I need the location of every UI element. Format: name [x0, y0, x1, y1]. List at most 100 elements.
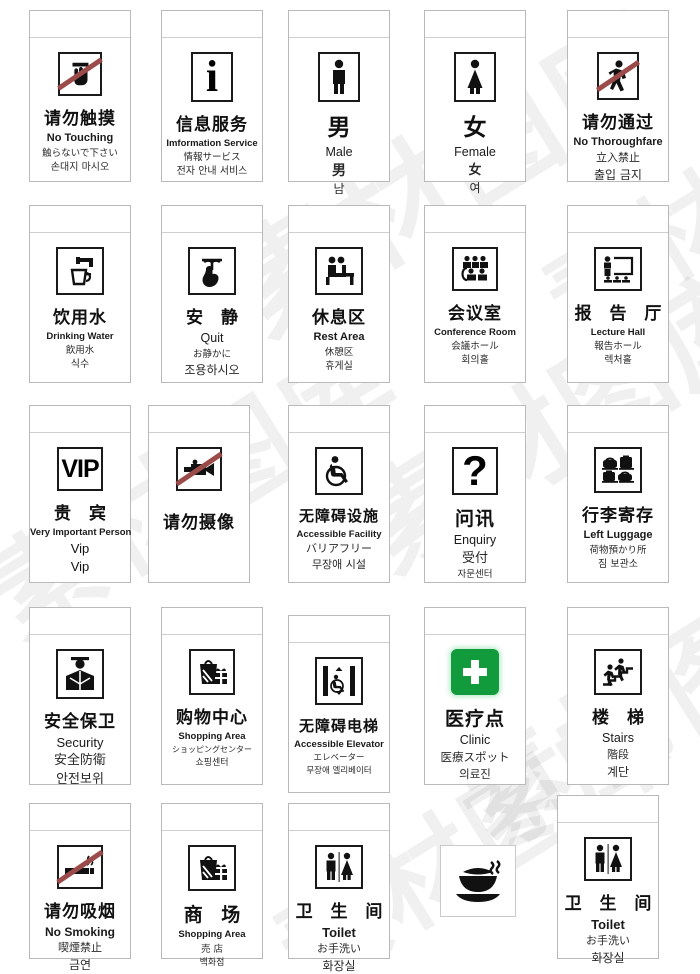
card-body: 请勿通过 No Thoroughfare 立入禁止 출입 금지 [568, 38, 668, 182]
label-kr: Vip [70, 558, 90, 574]
label-kr: 손대지 마시오 [50, 162, 110, 174]
label-cn: 饮用水 [53, 308, 107, 328]
sign-card-male[interactable]: 男 Male 男 남 [288, 10, 390, 196]
card-body: 请勿摄像 [149, 433, 249, 582]
sign-card-quiet[interactable]: 安 静 Quit お静かに 조용하시오 [161, 205, 263, 383]
label-jp: 休憩区 [324, 347, 354, 359]
card-body: VIP 贵 宾 Very Important Person Vip Vip [30, 433, 131, 582]
card-body: i 信息服务 Imformation Service 情報サービス 전자 안내 … [162, 38, 262, 181]
luggage-shelf-icon [594, 447, 642, 493]
card-body: 饮用水 Drinking Water 飲用水 식수 [30, 233, 130, 382]
label-en: Toilet [322, 925, 356, 941]
sign-card-rest-area[interactable]: 休息区 Rest Area 休憩区 휴게실 [288, 205, 390, 383]
sign-card-lecture-hall[interactable]: 报 告 厅 Lecture Hall 報告ホール 렉처홀 [567, 205, 669, 383]
label-block: 无障碍电梯 Accessible Elevator エレベーター 무장애 엘리베… [289, 717, 389, 776]
label-en: Drinking Water [46, 331, 114, 343]
label-cn: 医疗点 [444, 708, 505, 730]
meeting-table-icon [452, 247, 498, 291]
card-body: 行李寄存 Left Luggage 荷物預かり所 짐 보관소 [568, 433, 668, 582]
label-block: 请勿摄像 [149, 513, 249, 536]
sign-card-accessible-facility[interactable]: 无障碍设施 Accessible Facility バリアフリー 무장애 시설 [288, 405, 390, 583]
sign-card-vip[interactable]: VIP 贵 宾 Very Important Person Vip Vip [29, 405, 131, 583]
card-header-strip [30, 406, 130, 433]
label-cn: 信息服务 [176, 115, 248, 135]
label-cn: 卫 生 间 [564, 894, 658, 914]
label-cn: 会议室 [448, 304, 502, 324]
label-en: Accessible Elevator [294, 738, 384, 750]
card-body: 商 场 Shopping Area 売 店 백화점 [162, 831, 262, 968]
card-body: 购物中心 Shopping Area ショッピングセンター 쇼핑센터 [162, 635, 262, 784]
sign-card-no-photography[interactable]: 请勿摄像 [148, 405, 250, 583]
card-header-strip [425, 406, 525, 433]
sign-card-no-thoroughfare[interactable]: 请勿通过 No Thoroughfare 立入禁止 출입 금지 [567, 10, 669, 182]
card-body: 无障碍电梯 Accessible Elevator エレベーター 무장애 엘리베… [289, 643, 389, 792]
card-header-strip [568, 11, 668, 38]
label-kr: 남 [333, 182, 345, 197]
label-kr: 출입 금지 [594, 167, 642, 182]
sign-card-drinking-water[interactable]: 饮用水 Drinking Water 飲用水 식수 [29, 205, 131, 383]
card-body: 楼 梯 Stairs 階段 계단 [568, 635, 668, 784]
sign-card-shopping-area[interactable]: 商 场 Shopping Area 売 店 백화점 [161, 803, 263, 968]
card-header-strip [30, 608, 130, 635]
label-jp: 荷物預かり所 [589, 545, 647, 557]
question-mark-icon: ? [452, 447, 498, 495]
label-jp: お手洗い [586, 934, 630, 948]
question-mark-glyph: ? [462, 447, 488, 494]
sign-card-toilet-left[interactable]: 卫 生 间 Toilet お手洗い 화장실 [288, 803, 390, 973]
label-kr: 전자 안내 서비스 [176, 166, 248, 178]
card-body: 女 Female 女 여 [425, 38, 525, 195]
label-block: 医疗点 Clinic 医療スポット 의료진 [425, 708, 525, 781]
sign-card-female[interactable]: 女 Female 女 여 [424, 10, 526, 195]
sign-card-enquiry[interactable]: ? 问讯 Enquiry 受付 자문센터 [424, 405, 526, 583]
label-block: 卫 生 间 Toilet お手洗い 화장실 [289, 902, 389, 974]
label-cn: 请勿吸烟 [44, 902, 116, 922]
sign-card-shopping-center[interactable]: 购物中心 Shopping Area ショッピングセンター 쇼핑센터 [161, 607, 263, 785]
label-jp: お静かに [192, 348, 231, 360]
label-en: Conference Room [434, 327, 516, 339]
sign-card-toilet-right[interactable]: 卫 生 间 Toilet お手洗い 화장실 [557, 795, 659, 965]
label-block: 休息区 Rest Area 休憩区 휴게실 [289, 308, 389, 373]
card-body: 男 Male 男 남 [289, 38, 389, 197]
label-block: 会议室 Conference Room 会議ホール 회의홀 [425, 304, 525, 367]
medical-cross-icon [451, 649, 499, 695]
label-block: 报 告 厅 Lecture Hall 報告ホール 렉처홀 [568, 304, 668, 367]
sign-card-no-smoking[interactable]: 请勿吸烟 No Smoking 喫煙禁止 금연 [29, 803, 131, 972]
sign-card-security[interactable]: 安全保卫 Security 安全防衛 안전보위 [29, 607, 131, 787]
label-kr: 백화점 [199, 957, 225, 968]
label-en: Imformation Service [166, 138, 258, 150]
label-jp: 触らないで下さい [42, 148, 118, 160]
label-en: No Thoroughfare [573, 136, 663, 149]
vip-text-icon: VIP [57, 447, 103, 491]
label-en: No Smoking [44, 925, 115, 940]
sign-card-accessible-elevator[interactable]: 无障碍电梯 Accessible Elevator エレベーター 무장애 엘리베… [288, 615, 390, 793]
label-jp: 情報サービス [183, 152, 241, 164]
label-jp: Vip [70, 541, 90, 557]
label-jp: 受付 [461, 551, 488, 567]
label-block: 请勿吸烟 No Smoking 喫煙禁止 금연 [30, 902, 130, 972]
label-jp: バリアフリー [306, 541, 372, 555]
signage-sheet: 请勿触摸 No Touching 触らないで下さい 손대지 마시오 i 信息服务… [0, 0, 700, 973]
label-block: 问讯 Enquiry 受付 자문센터 [425, 508, 525, 581]
sign-card-information-service[interactable]: i 信息服务 Imformation Service 情報サービス 전자 안내 … [161, 10, 263, 182]
card-header-strip [30, 206, 130, 233]
sign-card-clinic[interactable]: 医疗点 Clinic 医療スポット 의료진 [424, 607, 526, 785]
label-cn: 卫 生 间 [295, 902, 389, 922]
card-header-strip [568, 406, 668, 433]
card-body: 安 静 Quit お静かに 조용하시오 [162, 233, 262, 382]
label-cn: 安 静 [186, 308, 244, 328]
sign-card-stairs[interactable]: 楼 梯 Stairs 階段 계단 [567, 607, 669, 785]
label-jp: ショッピングセンター [172, 745, 252, 755]
label-cn: 问讯 [454, 508, 495, 530]
label-en: Accessible Facility [296, 528, 382, 540]
sign-card-left-luggage[interactable]: 行李寄存 Left Luggage 荷物預かり所 짐 보관소 [567, 405, 669, 583]
label-cn: 无障碍设施 [298, 507, 379, 525]
sign-card-conference-room[interactable]: 会议室 Conference Room 会議ホール 회의홀 [424, 205, 526, 383]
label-cn: 贵 宾 [54, 504, 112, 524]
label-block: 贵 宾 Very Important Person Vip Vip [30, 504, 131, 576]
label-jp: 報告ホール [594, 341, 642, 353]
sign-card-no-touching[interactable]: 请勿触摸 No Touching 触らないで下さい 손대지 마시오 [29, 10, 131, 182]
label-jp: 安全防衛 [53, 753, 106, 769]
label-cn: 商 场 [183, 904, 247, 926]
label-block: 女 Female 女 여 [425, 115, 525, 195]
label-kr: 회의홀 [461, 355, 489, 367]
